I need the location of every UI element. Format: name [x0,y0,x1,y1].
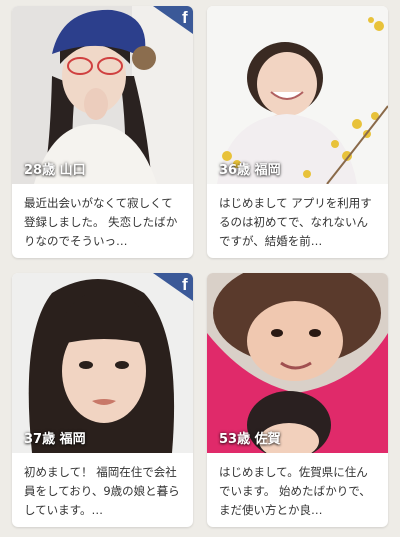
profile-card[interactable]: f 28歳 山口 最近出会いがなくて寂しくて登録しました。 失恋したばかりなので… [12,6,193,258]
profile-grid: f 28歳 山口 最近出会いがなくて寂しくて登録しました。 失恋したばかりなので… [0,0,400,537]
profile-card[interactable]: 36歳 福岡 はじめまして アプリを利用するのは初めてで、なれないんですが、結婚… [207,6,388,258]
profile-description: 最近出会いがなくて寂しくて登録しました。 失恋したばかりなのでそういっ… [24,196,178,248]
profile-photo[interactable]: 53歳 佐賀 [207,273,388,453]
svg-text:f: f [182,8,188,27]
profile-description: はじめまして。佐賀県に住んでいます。 始めたばかりで、まだ使い方とか良… [219,465,371,517]
facebook-icon: f [153,273,193,301]
profile-description: 初めまして！ 福岡在住で会社員をしており、9歳の娘と暮らしています。… [24,465,180,517]
age-location-label: 37歳 福岡 [24,432,86,447]
profile-description: はじめまして アプリを利用するのは初めてで、なれないんですが、結婚を前… [219,196,372,248]
facebook-icon: f [153,6,193,34]
profile-photo[interactable]: f 37歳 福岡 [12,273,193,453]
age-location-label: 28歳 山口 [24,163,86,178]
profile-card[interactable]: f 37歳 福岡 初めまして！ 福岡在住で会社員をしており、9歳の娘と暮らしてい… [12,273,193,527]
profile-photo[interactable]: f 28歳 山口 [12,6,193,184]
svg-text:f: f [182,275,188,294]
profile-card[interactable]: 53歳 佐賀 はじめまして。佐賀県に住んでいます。 始めたばかりで、まだ使い方と… [207,273,388,527]
profile-photo-image [207,6,388,184]
profile-photo-image [207,273,388,453]
age-location-label: 36歳 福岡 [219,163,281,178]
age-location-label: 53歳 佐賀 [219,432,281,447]
profile-photo[interactable]: 36歳 福岡 [207,6,388,184]
